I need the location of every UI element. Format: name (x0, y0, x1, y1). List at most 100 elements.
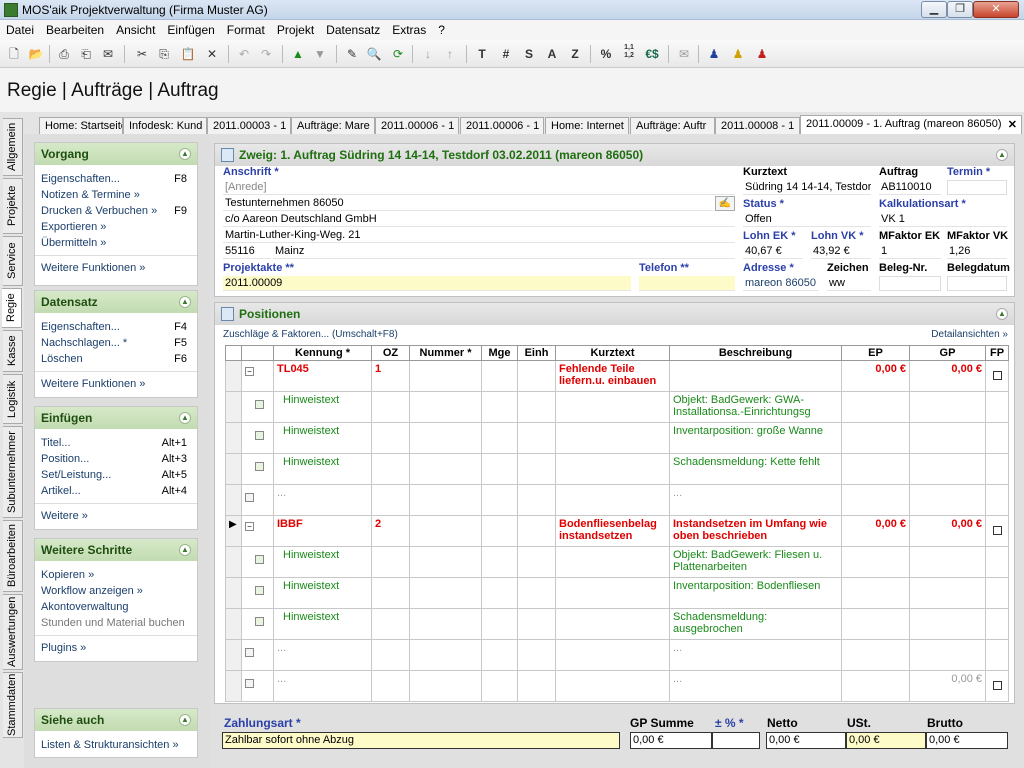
action-akontoverwaltung[interactable]: Akontoverwaltung (35, 599, 197, 615)
table-cell[interactable]: − (241, 515, 274, 547)
action-nachschlagen[interactable]: Nachschlagen... * F5 (35, 335, 197, 351)
header-kurztext[interactable]: Kurztext (555, 345, 670, 361)
table-cell[interactable] (555, 484, 670, 516)
table-cell[interactable] (985, 577, 1009, 609)
table-cell[interactable]: ... (273, 639, 372, 671)
table-cell[interactable]: 2 (371, 515, 410, 547)
table-cell[interactable] (841, 670, 910, 702)
table-cell[interactable]: Objekt: BadGewerk: Fliesen u. Plattenarb… (669, 546, 842, 578)
table-cell[interactable] (225, 453, 242, 485)
header-kennung[interactable]: Kennung * (273, 345, 372, 361)
action-uebermitteln[interactable]: Übermitteln » (35, 235, 197, 251)
table-cell[interactable] (225, 639, 242, 671)
hint-row[interactable]: Hinweistext Inventarposition: Bodenfliese… (225, 577, 1009, 609)
user-red-icon[interactable]: ♟ (752, 44, 772, 64)
percent-field[interactable] (712, 732, 760, 749)
table-cell[interactable]: 0,00 € (909, 670, 986, 702)
table-cell[interactable] (985, 391, 1009, 423)
hint-row[interactable]: Hinweistext Inventarposition: große Wanne (225, 422, 1009, 454)
table-cell[interactable]: Schadensmeldung: ausgebrochen (669, 608, 842, 640)
table-cell[interactable]: 0,00 € (841, 360, 910, 392)
mfaktor-ek-field[interactable]: 1 (879, 244, 941, 259)
table-cell[interactable]: Hinweistext (273, 422, 372, 454)
table-cell[interactable] (517, 453, 556, 485)
table-cell[interactable] (985, 639, 1009, 671)
zuschlaege-link[interactable]: Zuschläge & Faktoren... (Umschalt+F8) (223, 329, 398, 340)
action-artikel[interactable]: Artikel... Alt+4 (35, 483, 197, 499)
collapse-icon[interactable]: ▲ (996, 149, 1008, 161)
action-weitere[interactable]: Weitere » (35, 508, 197, 524)
vorgang-header[interactable]: Vorgang ▲ (35, 143, 197, 165)
table-cell[interactable] (985, 670, 1009, 702)
table-cell[interactable] (555, 453, 670, 485)
table-cell[interactable] (481, 577, 518, 609)
sort-za-icon[interactable]: ↑ (440, 44, 460, 64)
table-cell[interactable]: Hinweistext (273, 453, 372, 485)
table-cell[interactable]: ▶ (225, 515, 242, 547)
action-workflow[interactable]: Workflow anzeigen » (35, 583, 197, 599)
address-line-1[interactable]: Testunternehmen 86050 (223, 196, 713, 211)
collapse-icon[interactable]: ▲ (179, 296, 191, 308)
table-cell[interactable]: Hinweistext (273, 577, 372, 609)
table-cell[interactable] (225, 577, 242, 609)
vtab-regie[interactable]: Regie (2, 288, 22, 328)
table-cell[interactable]: Fehlende Teile liefern.u. einbauen (555, 360, 670, 392)
table-cell[interactable] (985, 360, 1009, 392)
redo-icon[interactable]: ↷ (256, 44, 276, 64)
table-cell[interactable] (481, 391, 518, 423)
anrede-field[interactable]: [Anrede] (223, 180, 735, 195)
find-icon[interactable]: 🔍 (364, 44, 384, 64)
table-cell[interactable] (371, 453, 410, 485)
vtab-stammdaten[interactable]: Stammdaten (3, 672, 23, 738)
table-cell[interactable] (409, 577, 482, 609)
doc-tab[interactable]: Aufträge: Mare (291, 117, 375, 134)
copy-icon[interactable]: ⎘ (154, 44, 174, 64)
maximize-button[interactable]: ❐ (947, 1, 973, 18)
collapse-icon[interactable]: ▲ (179, 544, 191, 556)
header-nummer[interactable]: Nummer * (409, 345, 482, 361)
action-plugins[interactable]: Plugins » (35, 640, 197, 656)
table-cell[interactable] (371, 608, 410, 640)
table-cell[interactable] (555, 422, 670, 454)
kurztext-field[interactable]: Südring 14 14-14, Testdor (743, 180, 871, 195)
table-cell[interactable] (481, 515, 518, 547)
close-button[interactable]: ✕ (973, 1, 1019, 18)
action-titel[interactable]: Titel... Alt+1 (35, 435, 197, 451)
signature-icon[interactable]: ✍ (715, 196, 735, 211)
move-down-icon[interactable]: ▼ (310, 44, 330, 64)
table-cell[interactable] (909, 546, 986, 578)
move-up-icon[interactable]: ▲ (288, 44, 308, 64)
text-button-z[interactable]: Z (565, 44, 585, 64)
action-exportieren[interactable]: Exportieren » (35, 219, 197, 235)
table-cell[interactable]: − (241, 360, 274, 392)
table-cell[interactable] (225, 422, 242, 454)
address-line-3[interactable]: Martin-Luther-King-Weg. 21 (223, 228, 735, 243)
siehe-auch-header[interactable]: Siehe auch ▲ (35, 709, 197, 731)
add-node-icon[interactable] (245, 648, 254, 657)
vtab-service[interactable]: Service (3, 236, 23, 286)
einfuegen-header[interactable]: Einfügen ▲ (35, 407, 197, 429)
text-button-s[interactable]: S (519, 44, 539, 64)
table-cell[interactable] (909, 639, 986, 671)
action-eigenschaften[interactable]: Eigenschaften... F8 (35, 171, 197, 187)
doc-tab[interactable]: 2011.00008 - 1 (715, 117, 800, 134)
table-cell[interactable] (909, 484, 986, 516)
table-cell[interactable] (409, 639, 482, 671)
table-cell[interactable]: ... (669, 639, 842, 671)
empty-row[interactable]: ...... 0,00 € (225, 670, 1009, 702)
table-cell[interactable] (371, 484, 410, 516)
table-cell[interactable]: Instandsetzen im Umfang wie oben beschri… (669, 515, 842, 547)
menu-bearbeiten[interactable]: Bearbeiten (40, 20, 110, 40)
table-cell[interactable] (985, 515, 1009, 547)
header-gp[interactable]: GP (909, 345, 986, 361)
edit-icon[interactable]: ✎ (342, 44, 362, 64)
vtab-auswertungen[interactable]: Auswertungen (3, 594, 23, 670)
action-set-leistung[interactable]: Set/Leistung... Alt+5 (35, 467, 197, 483)
hint-row[interactable]: Hinweistext Objekt: BadGewerk: GWA-Instal… (225, 391, 1009, 423)
fp-checkbox[interactable] (992, 526, 1002, 535)
text-button-decimals[interactable]: 1,1 1,2 (619, 44, 639, 64)
user-blue-icon[interactable]: ♟ (704, 44, 724, 64)
table-cell[interactable] (517, 484, 556, 516)
table-cell[interactable] (241, 484, 274, 516)
table-cell[interactable] (409, 484, 482, 516)
